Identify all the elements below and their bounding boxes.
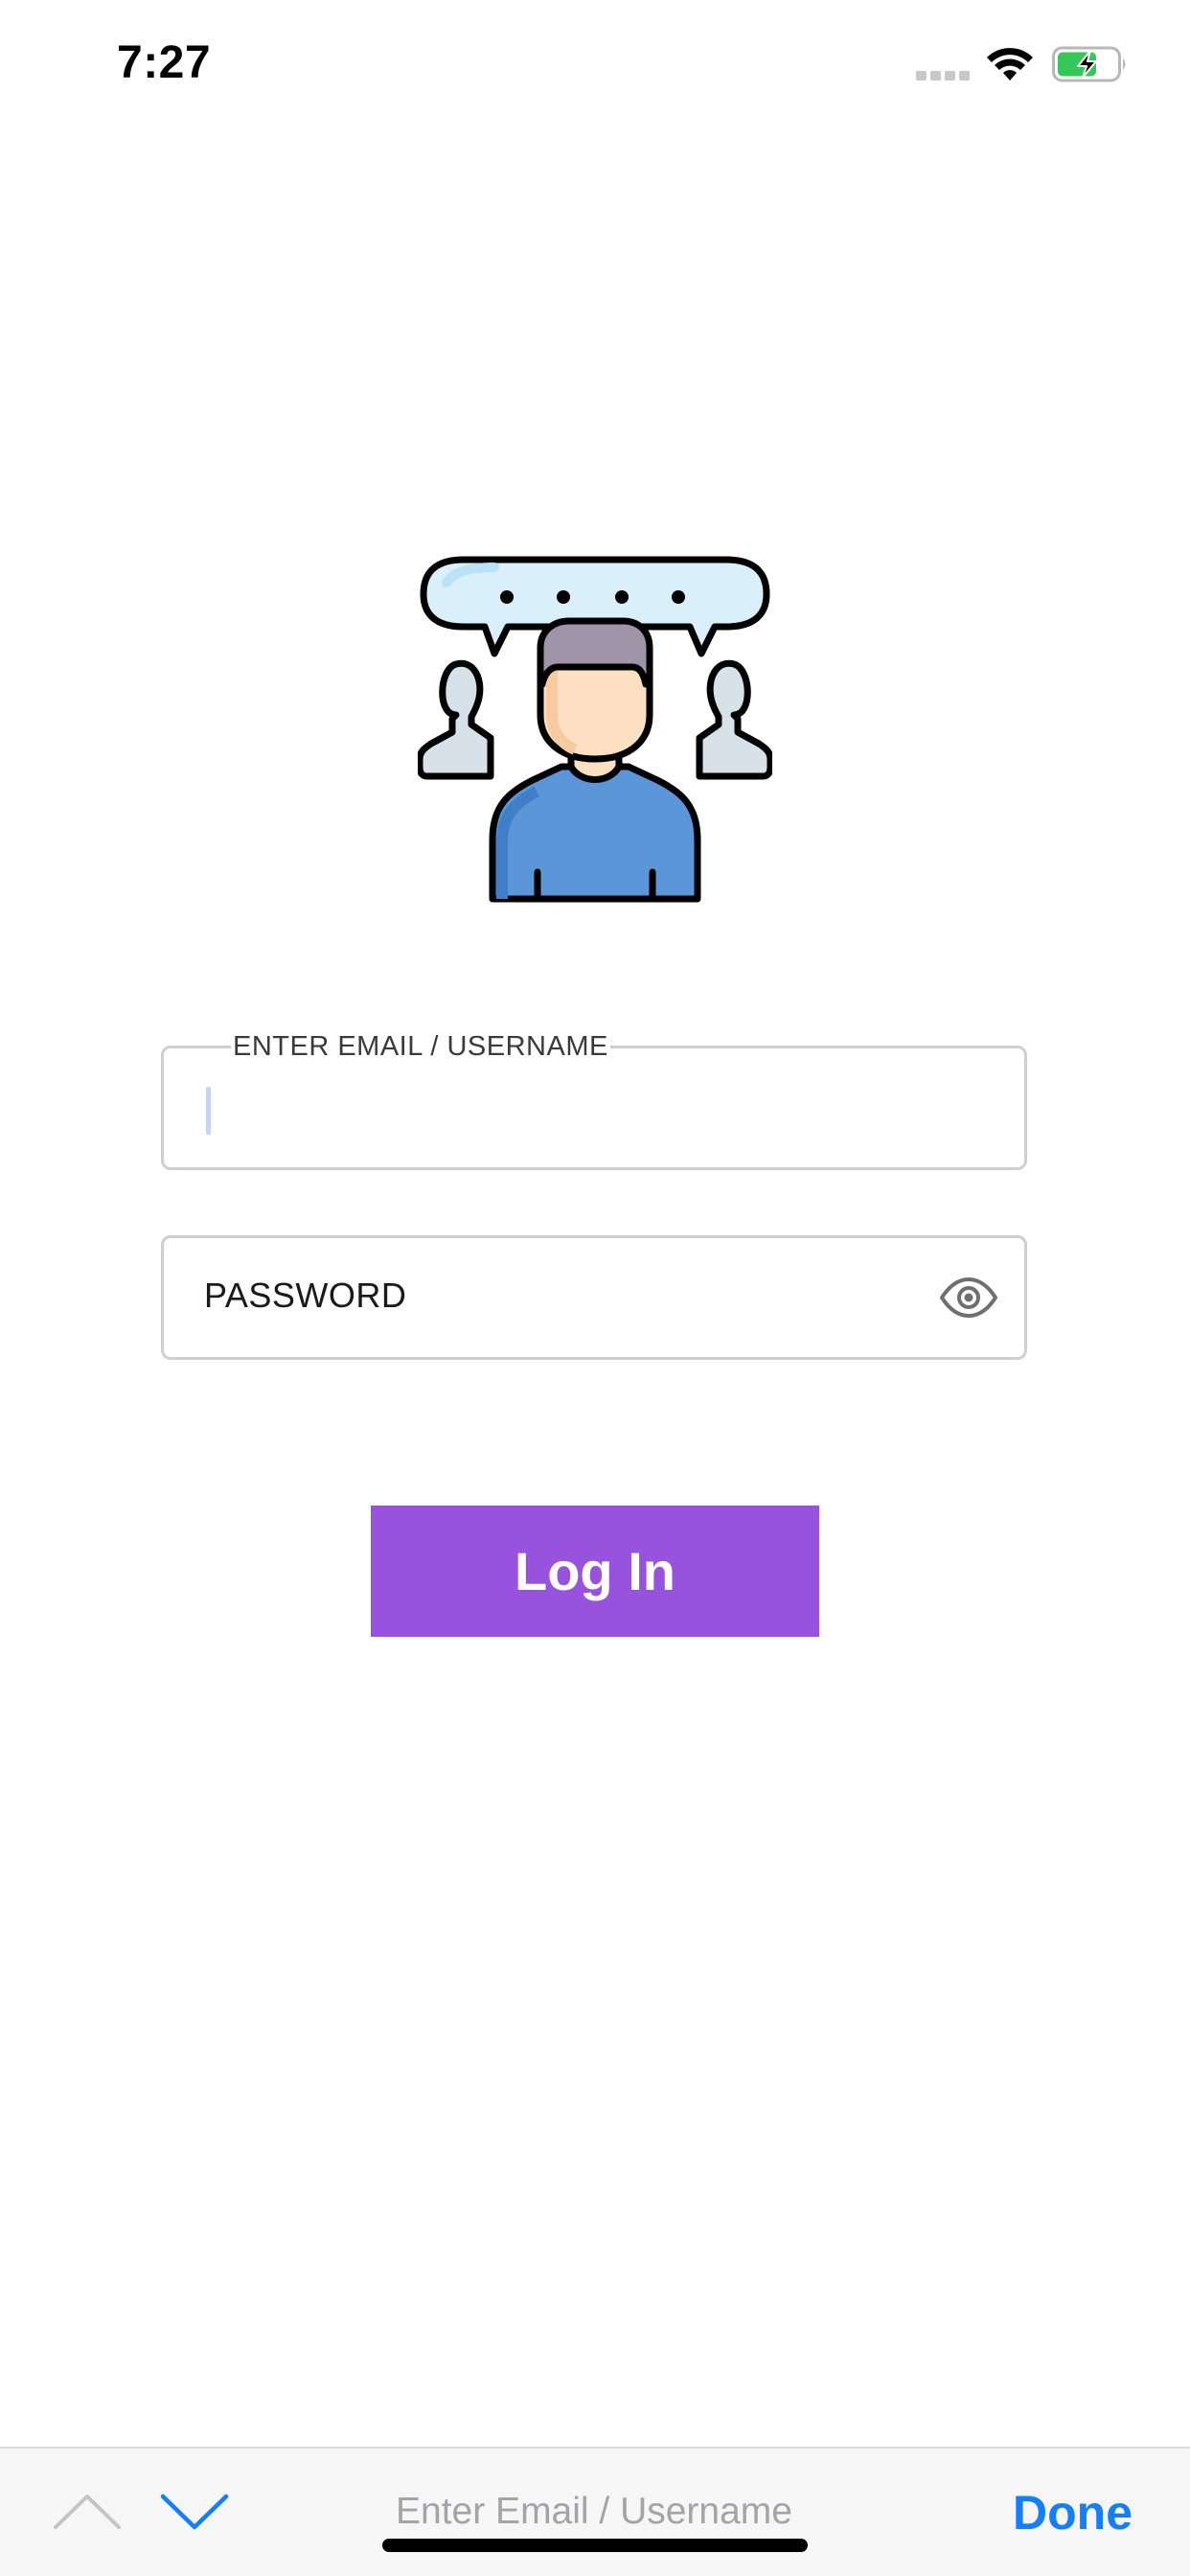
password-input[interactable] — [204, 1238, 913, 1357]
wifi-icon — [987, 48, 1033, 80]
done-button[interactable]: Done — [1013, 2485, 1133, 2541]
home-indicator — [382, 2539, 808, 2552]
keyboard-accessory-bar: Enter Email / Username Done — [0, 2447, 1190, 2576]
status-time: 7:27 — [117, 37, 212, 88]
email-input[interactable] — [204, 1048, 932, 1167]
accessory-field-hint: Enter Email / Username — [396, 2491, 792, 2532]
user-group-chat-icon — [418, 556, 772, 903]
password-field-container[interactable]: PASSWORD — [161, 1235, 1027, 1360]
eye-icon[interactable] — [939, 1276, 998, 1319]
email-field-container[interactable]: ENTER EMAIL / USERNAME — [161, 1027, 1027, 1170]
login-button[interactable]: Log In — [371, 1506, 819, 1637]
status-bar: 7:27 — [0, 0, 1190, 130]
text-caret — [206, 1087, 211, 1135]
chevron-down-icon[interactable] — [159, 2491, 230, 2533]
signal-icon — [916, 71, 970, 80]
battery-charging-icon — [1052, 46, 1126, 82]
chevron-up-icon[interactable] — [52, 2489, 123, 2531]
